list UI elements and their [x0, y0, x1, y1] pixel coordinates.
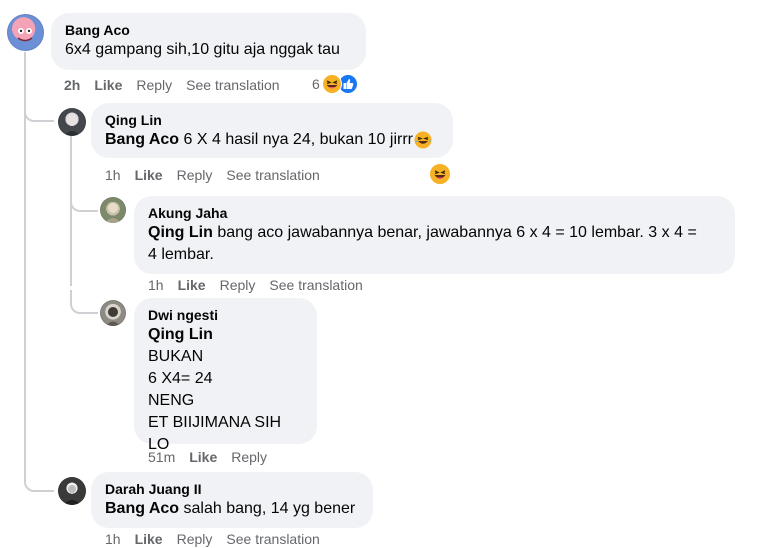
haha-reaction-icon [321, 74, 342, 94]
mention-tag[interactable]: Bang Aco [105, 129, 179, 151]
avatar-image [63, 485, 81, 505]
like-button[interactable]: Like [189, 449, 217, 465]
laughing-emoji-icon [414, 131, 432, 149]
comment-author[interactable]: Qing Lin [105, 111, 439, 129]
see-translation-link[interactable]: See translation [269, 277, 362, 293]
see-translation-link[interactable]: See translation [186, 77, 279, 93]
thread-connector-dwi [70, 290, 98, 314]
avatar-image [105, 203, 121, 223]
comment-time[interactable]: 1h [105, 531, 121, 547]
comment-author[interactable]: Darah Juang II [105, 480, 359, 498]
haha-reaction-icon[interactable] [429, 163, 451, 185]
like-button[interactable]: Like [94, 77, 122, 93]
reply-button[interactable]: Reply [136, 77, 172, 93]
comment-line: BUKAN [148, 348, 204, 365]
comment-actions: 2h Like Reply See translation [64, 76, 280, 94]
comment-author[interactable]: Akung Jaha [148, 204, 721, 222]
comment-time[interactable]: 1h [148, 277, 164, 293]
comment-text-row: Bang Aco 6 X 4 hasil nya 24, bukan 10 ji… [105, 129, 439, 151]
mention-tag[interactable]: Qing Lin [148, 324, 303, 346]
comment-author[interactable]: Bang Aco [65, 21, 352, 39]
comment-text: Qing Lin bang aco jawabannya benar, jawa… [148, 222, 721, 244]
thread-connector-darah [24, 468, 54, 492]
comment-time[interactable]: 51m [148, 449, 175, 465]
avatar-image [17, 28, 33, 42]
reaction-count: 6 [312, 76, 320, 92]
comment-text-line1: bang aco jawabannya benar, jawabannya 6 … [217, 224, 697, 241]
reply-button[interactable]: Reply [177, 167, 213, 183]
comment-bubble-akung-jaha: Akung Jaha Qing Lin bang aco jawabannya … [134, 196, 735, 274]
avatar-image [106, 307, 120, 326]
like-button[interactable]: Like [178, 277, 206, 293]
comment-text: salah bang, 14 yg bener [183, 500, 356, 517]
comment-text: 6x4 gampang sih,10 gitu aja nggak tau [65, 41, 340, 58]
comment-actions: 1h Like Reply See translation [148, 276, 363, 294]
comment-time[interactable]: 2h [64, 77, 80, 93]
comment-author[interactable]: Dwi ngesti [148, 306, 303, 324]
avatar-qing-lin[interactable] [58, 108, 86, 136]
reply-button[interactable]: Reply [220, 277, 256, 293]
comment-actions: 1h Like Reply See translation [105, 530, 320, 548]
see-translation-link[interactable]: See translation [226, 167, 319, 183]
reply-button[interactable]: Reply [231, 449, 267, 465]
reaction-summary[interactable]: 6 [312, 73, 358, 95]
comment-line: 6 X4= 24 [148, 370, 213, 387]
thread-connector-qing [24, 100, 54, 122]
comment-text-line2: 4 lembar. [148, 246, 214, 263]
mention-tag[interactable]: Bang Aco [105, 500, 179, 517]
comment-time[interactable]: 1h [105, 167, 121, 183]
avatar-image [64, 114, 80, 136]
comment-bubble-qing-lin: Qing Lin Bang Aco 6 X 4 hasil nya 24, bu… [91, 103, 453, 158]
thread-connector-akung [70, 190, 98, 212]
comment-actions: 51m Like Reply [148, 448, 267, 466]
comment-text: 6 X 4 hasil nya 24, bukan 10 jirrr [183, 131, 413, 148]
like-button[interactable]: Like [135, 167, 163, 183]
thread-line-qing [70, 136, 72, 286]
comment-bubble-dwi-ngesti: Dwi ngesti Qing Lin BUKAN 6 X4= 24 NENG … [134, 298, 317, 453]
comment-actions: 1h Like Reply See translation [105, 166, 320, 184]
comment-line: NENG [148, 392, 195, 409]
reply-button[interactable]: Reply [177, 531, 213, 547]
avatar-dwi-ngesti[interactable] [100, 300, 126, 326]
mention-tag[interactable]: Qing Lin [148, 224, 213, 241]
avatar-akung-jaha[interactable] [100, 197, 126, 223]
avatar-bang-aco[interactable] [7, 14, 44, 51]
comment-bubble-bang-aco: Bang Aco 6x4 gampang sih,10 gitu aja ngg… [51, 13, 366, 70]
avatar-darah-juang[interactable] [58, 477, 86, 505]
see-translation-link[interactable]: See translation [226, 531, 319, 547]
like-button[interactable]: Like [135, 531, 163, 547]
comment-bubble-darah-juang: Darah Juang II Bang Aco salah bang, 14 y… [91, 472, 373, 528]
comment-text-row: Bang Aco salah bang, 14 yg bener [105, 498, 359, 520]
